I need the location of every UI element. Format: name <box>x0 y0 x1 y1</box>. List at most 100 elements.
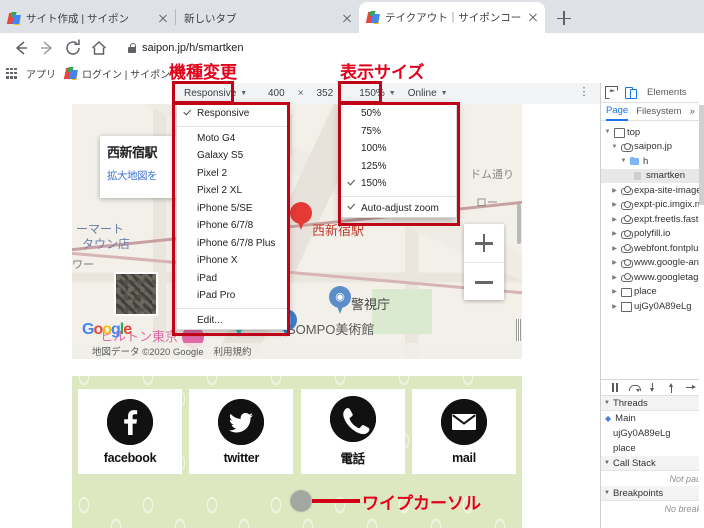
tab-close-icon[interactable] <box>341 12 353 24</box>
forward-icon[interactable] <box>34 35 60 61</box>
device-toolbar-more-icon[interactable]: ⋮ <box>578 87 590 98</box>
map-marker-police[interactable]: ◉ <box>329 286 351 316</box>
breakpoints-section-header[interactable]: ▼ Breakpoints <box>601 486 704 501</box>
tree-node-webfont-fontplus[interactable]: ▶ webfont.fontplus <box>601 241 704 256</box>
tab-filesystem[interactable]: Filesystem <box>636 106 681 117</box>
bookmark-login-saipon[interactable]: ログイン | サイポン <box>65 66 170 81</box>
tab-close-icon[interactable] <box>157 12 169 24</box>
social-button-label: mail <box>452 450 476 465</box>
address-bar[interactable]: saipon.jp/h/smartken <box>118 37 696 59</box>
chevron-down-icon[interactable]: ▼ <box>611 144 618 150</box>
home-icon[interactable] <box>86 35 112 61</box>
annotation-display-size: 表示サイズ <box>340 63 425 83</box>
annotation-box-zoom-menu <box>338 102 460 226</box>
map-zoom-in-button[interactable] <box>464 224 504 262</box>
tree-node-smartken[interactable]: smartken <box>601 168 704 183</box>
tab-page[interactable]: Page <box>606 103 629 121</box>
viewport-height-input[interactable]: 352 <box>317 88 334 99</box>
map-zoom-out-button[interactable] <box>464 262 504 300</box>
chevron-down-icon: ▼ <box>604 460 610 466</box>
apps-grid-icon[interactable] <box>6 67 17 79</box>
tree-node-h[interactable]: ▼ h <box>601 154 704 169</box>
chevron-right-icon[interactable]: ▶ <box>611 187 618 194</box>
chevron-down-icon[interactable]: ▼ <box>604 129 611 135</box>
tree-node-expt-pic-imgix[interactable]: ▶ expt-pic.imgix.ne <box>601 198 704 213</box>
tab-more-icon[interactable]: » <box>690 106 695 117</box>
tab-elements[interactable]: Elements <box>647 87 687 98</box>
tree-node-label: saipon.jp <box>634 141 673 153</box>
browser-tab-3-active[interactable]: テイクアウト｜サイポンコーヒー（スマホ <box>359 2 545 33</box>
social-button-facebook[interactable]: facebook <box>78 389 182 474</box>
step-out-icon[interactable] <box>666 382 678 394</box>
chevron-right-icon[interactable]: ▶ <box>611 288 618 295</box>
step-over-icon[interactable] <box>628 382 641 394</box>
viewport-scrollbar[interactable] <box>516 104 522 528</box>
devtools-scrollbar-thumb[interactable] <box>699 105 704 205</box>
tab-title: サイト作成 | サイポン <box>26 12 130 25</box>
dimension-separator: × <box>297 88 304 99</box>
chevron-down-icon[interactable]: ▼ <box>620 158 627 164</box>
viewport-scrollbar-thumb[interactable] <box>517 204 521 244</box>
saipon-favicon-icon <box>65 66 78 80</box>
tree-node-expt-freetls-fastly[interactable]: ▶ expt.freetls.fastly. <box>601 212 704 227</box>
map-label: 警視庁 <box>351 297 391 312</box>
inspect-icon[interactable] <box>605 86 618 99</box>
pause-icon[interactable] <box>609 382 621 394</box>
tree-node-label: www.googletagm <box>634 271 704 283</box>
tab-close-icon[interactable] <box>527 12 539 24</box>
facebook-icon <box>107 398 153 445</box>
tab-title: テイクアウト｜サイポンコーヒー（スマホ <box>385 12 522 24</box>
frame-icon <box>621 302 632 312</box>
chevron-right-icon[interactable]: ▶ <box>611 303 618 310</box>
reload-icon[interactable] <box>60 35 86 61</box>
browser-tab-2[interactable]: 新しいタブ <box>176 3 359 33</box>
thread-item-main[interactable]: ◆ Main <box>601 411 704 426</box>
tree-node-place[interactable]: ▶ place <box>601 285 704 300</box>
browser-tab-1[interactable]: サイト作成 | サイポン <box>0 3 175 33</box>
social-button-mail[interactable]: mail <box>411 389 516 474</box>
devtools-scrollbar[interactable] <box>699 83 704 528</box>
bookmark-apps[interactable]: アプリ <box>26 66 56 81</box>
device-toolbar: Responsive ▼ 400 × 352 150% ▼ Online ▼ ⋮ <box>174 83 600 104</box>
tree-node-googletagmanager[interactable]: ▶ www.googletagm <box>601 270 704 285</box>
lock-icon <box>128 43 137 53</box>
chevron-right-icon[interactable]: ▶ <box>611 201 618 208</box>
viewport-width-input[interactable]: 400 <box>268 88 285 99</box>
tree-node-top[interactable]: ▼ top <box>601 125 704 140</box>
chevron-right-icon[interactable]: ▶ <box>611 259 618 266</box>
device-toolbar-icon[interactable] <box>624 86 637 99</box>
threads-section-header[interactable]: ▼ Threads <box>601 396 704 411</box>
callstack-section-header[interactable]: ▼ Call Stack <box>601 456 704 471</box>
wipe-cursor-dot <box>290 490 312 512</box>
tree-node-polyfill-io[interactable]: ▶ polyfill.io <box>601 227 704 242</box>
annotation-box-device-menu <box>172 102 290 336</box>
tree-node-google-analytics[interactable]: ▶ www.google-ana <box>601 256 704 271</box>
thread-item-ujgy0a89elg[interactable]: ujGy0A89eLg <box>601 426 704 441</box>
step-into-icon[interactable] <box>647 382 659 394</box>
chevron-right-icon[interactable]: ▶ <box>611 274 618 281</box>
section-label: Call Stack <box>612 457 656 469</box>
new-tab-button[interactable] <box>551 5 577 31</box>
white-spacer <box>72 359 522 376</box>
tree-node-label: expt.freetls.fastly. <box>634 213 704 225</box>
section-label: Breakpoints <box>612 487 664 499</box>
thread-item-place[interactable]: place <box>601 441 704 456</box>
chevron-right-icon[interactable]: ▶ <box>611 245 618 252</box>
saipon-favicon-icon <box>367 11 380 24</box>
step-icon[interactable] <box>685 382 697 394</box>
tree-node-ujgy0a89elg[interactable]: ▶ ujGy0A89eLg <box>601 299 704 314</box>
map-footer: 地図データ ©2020 Google 利用規約 <box>72 343 522 359</box>
chevron-right-icon[interactable]: ▶ <box>611 230 618 237</box>
social-button-twitter[interactable]: twitter <box>189 389 294 474</box>
tree-node-saiponjp[interactable]: ▼ saipon.jp <box>601 140 704 155</box>
map-terms-link[interactable]: 利用規約 <box>214 344 252 358</box>
tree-node-expa-site-image[interactable]: ▶ expa-site-image. <box>601 183 704 198</box>
file-icon <box>633 171 643 180</box>
map-street-thumbnail[interactable] <box>114 272 158 316</box>
chevron-right-icon[interactable]: ▶ <box>611 216 618 223</box>
back-icon[interactable] <box>8 35 34 61</box>
network-throttle-selector[interactable]: Online ▼ <box>408 83 448 104</box>
social-button-phone[interactable]: 電話 <box>300 389 405 474</box>
map-marker-station[interactable] <box>290 202 312 232</box>
viewport-resize-handle[interactable] <box>516 319 521 341</box>
